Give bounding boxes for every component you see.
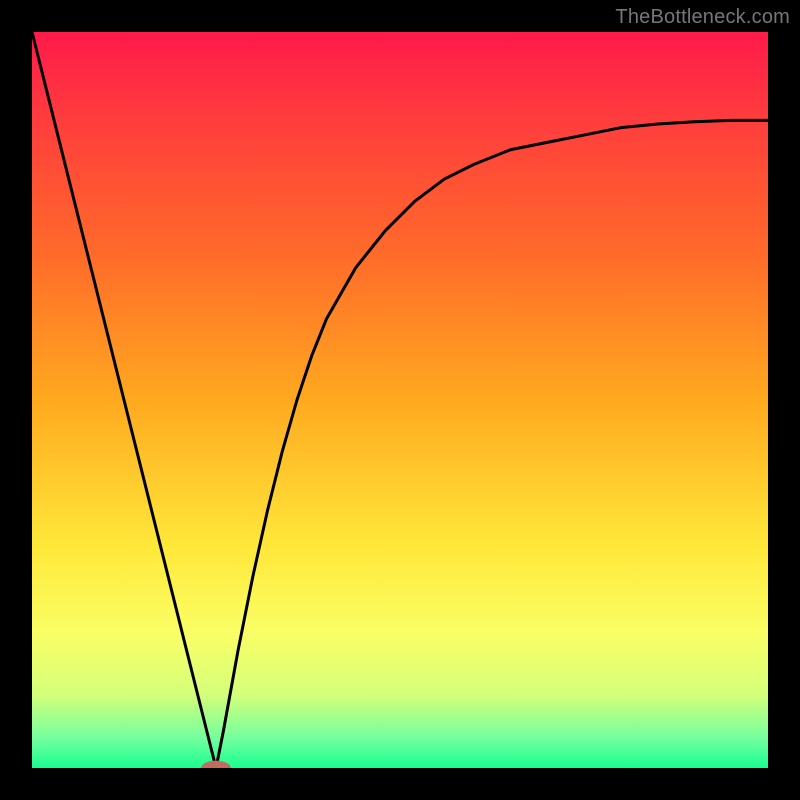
chart-frame: [32, 32, 768, 768]
gradient-background: [32, 32, 768, 768]
watermark-label: TheBottleneck.com: [615, 6, 790, 29]
bottleneck-chart: [32, 32, 768, 768]
